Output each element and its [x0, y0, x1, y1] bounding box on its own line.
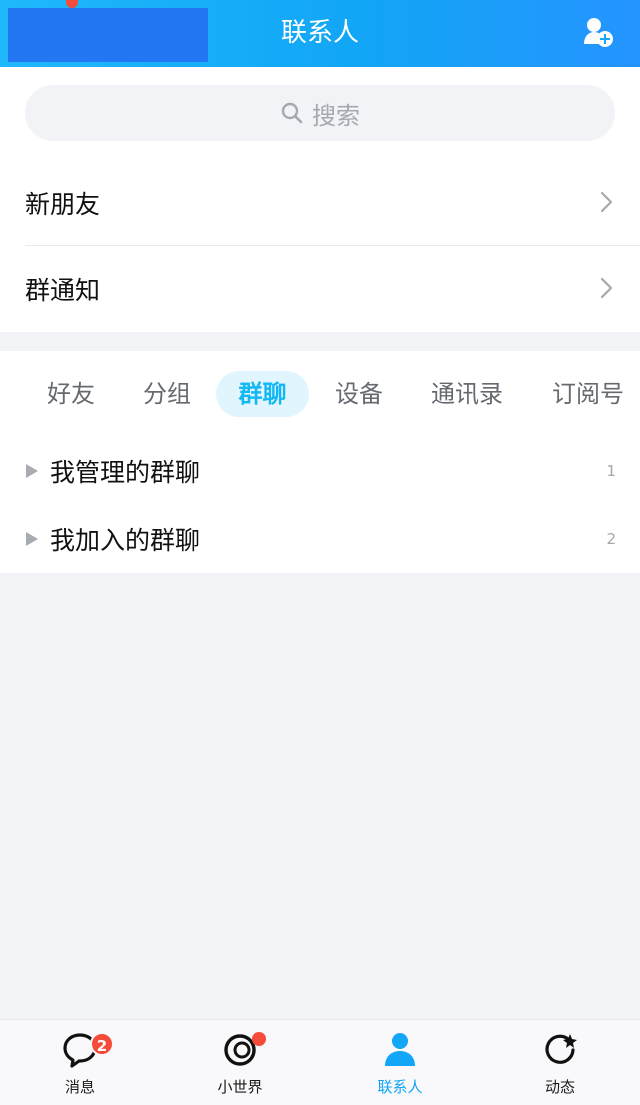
- nav-label: 小世界: [217, 1078, 263, 1096]
- bottom-nav: 2 消息 小世界 联系人 动态: [0, 1019, 640, 1105]
- refresh-star-icon: [545, 1034, 577, 1064]
- tab-friends[interactable]: 好友: [30, 371, 112, 417]
- chevron-right-icon: [600, 277, 613, 299]
- expand-triangle-icon: [26, 532, 38, 546]
- group-section-managed[interactable]: 我管理的群聊 1: [0, 437, 640, 505]
- tab-subscriptions[interactable]: 订阅号: [540, 371, 636, 417]
- tab-devices[interactable]: 设备: [318, 371, 400, 417]
- nav-label: 动态: [544, 1078, 575, 1096]
- nav-label: 消息: [64, 1078, 95, 1096]
- page-title: 联系人: [280, 18, 359, 48]
- tab-groups[interactable]: 分组: [126, 371, 208, 417]
- group-notice-label: 群通知: [25, 276, 101, 305]
- tab-address-book[interactable]: 通讯录: [418, 371, 516, 417]
- top-card: 搜索 新朋友 群通知: [0, 67, 640, 332]
- new-friends-row[interactable]: 新朋友: [0, 160, 640, 246]
- nav-messages[interactable]: 2 消息: [0, 1020, 160, 1105]
- group-notice-row[interactable]: 群通知: [0, 246, 640, 332]
- notification-dot: [252, 1032, 266, 1046]
- top-header: 联系人: [0, 0, 640, 67]
- group-section-title: 我管理的群聊: [50, 458, 201, 487]
- search-placeholder: 搜索: [312, 101, 360, 130]
- unread-badge: 2: [90, 1032, 114, 1056]
- search-bar[interactable]: 搜索: [25, 85, 615, 141]
- group-count: 2: [606, 530, 616, 548]
- expand-triangle-icon: [26, 464, 38, 478]
- group-section-title: 我加入的群聊: [50, 526, 201, 555]
- chevron-right-icon: [600, 191, 613, 213]
- nav-label: 联系人: [377, 1078, 423, 1096]
- add-user-icon[interactable]: [582, 16, 614, 48]
- new-friends-label: 新朋友: [25, 190, 101, 219]
- group-count: 1: [606, 462, 616, 480]
- nav-moments[interactable]: 动态: [480, 1020, 640, 1105]
- unread-dot: [66, 0, 78, 8]
- contacts-panel: 好友 分组 群聊 设备 通讯录 订阅号 我管理的群聊 1 我加入的群聊 2: [0, 351, 640, 573]
- search-icon: [281, 102, 303, 124]
- tab-group-chats[interactable]: 群聊: [216, 371, 309, 417]
- contact-person-icon: [385, 1033, 415, 1066]
- group-section-joined[interactable]: 我加入的群聊 2: [0, 505, 640, 573]
- nav-contacts[interactable]: 联系人: [320, 1020, 480, 1105]
- nav-small-world[interactable]: 小世界: [160, 1020, 320, 1105]
